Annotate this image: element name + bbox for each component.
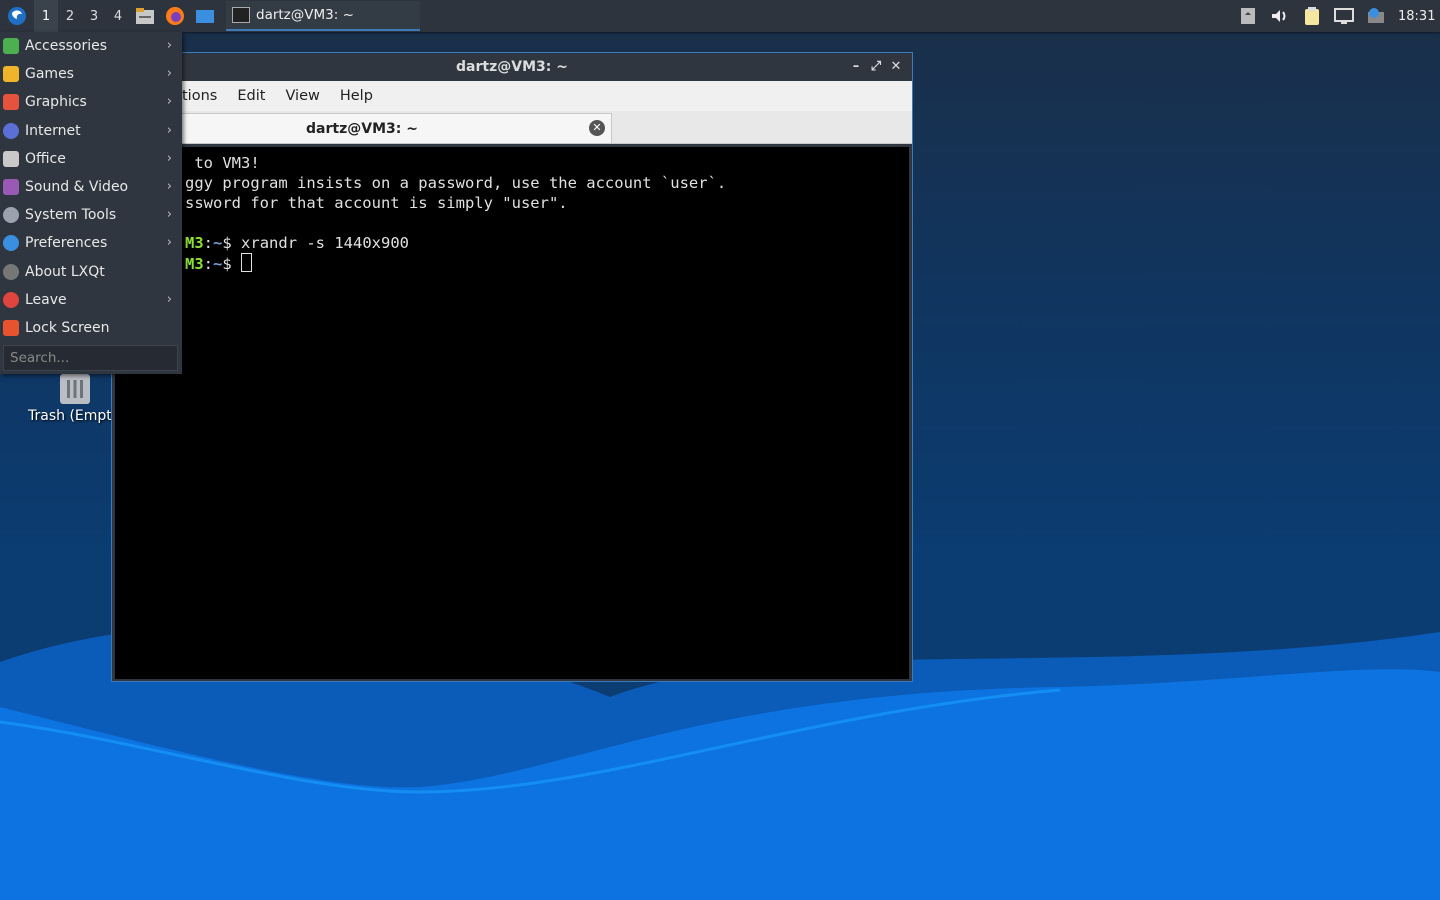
- taskbar-task-terminal[interactable]: dartz@VM3: ~: [226, 1, 420, 31]
- accessories-icon: [3, 38, 19, 55]
- menu-item-label: Leave: [25, 291, 67, 308]
- close-button[interactable]: ✕: [886, 58, 906, 76]
- menu-item-label: About LXQt: [25, 263, 105, 280]
- workspace-3[interactable]: 3: [82, 0, 106, 32]
- prompt-host: M3: [185, 255, 204, 273]
- menu-item-label: Accessories: [25, 38, 108, 55]
- workspace-2[interactable]: 2: [58, 0, 82, 32]
- menu-search-input[interactable]: Search...: [3, 345, 178, 371]
- desktop-icon[interactable]: [193, 4, 217, 28]
- terminal-line: M3:~$: [115, 253, 909, 274]
- file-manager-icon[interactable]: [133, 4, 157, 28]
- chevron-right-icon: ›: [166, 291, 172, 307]
- menu-item-label: Office: [25, 150, 66, 167]
- chevron-right-icon: ›: [166, 66, 172, 82]
- taskbar: 1 2 3 4 dartz@VM3: ~ 18:31: [0, 0, 1440, 32]
- menu-edit[interactable]: Edit: [237, 88, 265, 104]
- menu-help[interactable]: Help: [340, 88, 373, 104]
- lxqt-logo-icon: [8, 7, 26, 25]
- menu-item-lock-screen[interactable]: Lock Screen: [0, 314, 182, 342]
- trash-icon: [60, 374, 90, 404]
- terminal-icon: [232, 7, 250, 23]
- menu-item-leave[interactable]: Leave ›: [0, 286, 182, 314]
- info-icon: [3, 263, 19, 280]
- workspace-1[interactable]: 1: [34, 0, 58, 32]
- menu-item-system-tools[interactable]: System Tools ›: [0, 201, 182, 229]
- chevron-right-icon: ›: [166, 150, 172, 166]
- prompt-path: ~: [213, 234, 223, 252]
- office-icon: [3, 150, 19, 167]
- prompt-path: ~: [213, 255, 223, 273]
- lock-icon: [3, 319, 19, 336]
- task-title: dartz@VM3: ~: [256, 7, 354, 23]
- system-tools-icon: [3, 207, 19, 224]
- maximize-button[interactable]: ⤢: [866, 58, 886, 76]
- menu-item-label: System Tools: [25, 207, 117, 224]
- tab-close-icon[interactable]: ✕: [589, 120, 605, 136]
- preferences-icon: [3, 235, 19, 252]
- tab-bar: dartz@VM3: ~ ✕: [112, 111, 912, 144]
- menu-item-label: Lock Screen: [25, 319, 110, 336]
- power-icon: [3, 291, 19, 308]
- menu-item-about-lxqt[interactable]: About LXQt: [0, 258, 182, 286]
- menu-item-games[interactable]: Games ›: [0, 60, 182, 88]
- window-menubar: tions Edit View Help: [112, 81, 912, 111]
- chevron-right-icon: ›: [166, 235, 172, 251]
- menu-item-graphics[interactable]: Graphics ›: [0, 88, 182, 116]
- window-titlebar[interactable]: dartz@VM3: ~ – ⤢ ✕: [112, 53, 912, 81]
- terminal-window: dartz@VM3: ~ – ⤢ ✕ tions Edit View Help …: [111, 52, 913, 682]
- menu-item-office[interactable]: Office ›: [0, 145, 182, 173]
- workspace-4[interactable]: 4: [106, 0, 130, 32]
- minimize-button[interactable]: –: [846, 58, 866, 76]
- clock[interactable]: 18:31: [1398, 9, 1436, 24]
- prompt-host: M3: [185, 234, 204, 252]
- terminal-command: xrandr -s 1440x900: [241, 234, 410, 252]
- firefox-icon[interactable]: [163, 4, 187, 28]
- system-tray: 18:31: [1232, 0, 1440, 32]
- chevron-right-icon: ›: [166, 38, 172, 53]
- menu-view[interactable]: View: [285, 88, 319, 104]
- volume-icon[interactable]: [1269, 5, 1291, 27]
- terminal-cursor: [241, 253, 253, 272]
- graphics-icon: [3, 94, 19, 111]
- terminal-line: to VM3!: [185, 154, 260, 172]
- menu-item-internet[interactable]: Internet ›: [0, 117, 182, 145]
- menu-actions[interactable]: tions: [182, 88, 217, 104]
- menu-item-label: Preferences: [25, 235, 108, 252]
- chevron-right-icon: ›: [166, 122, 172, 138]
- terminal-line: ggy program insists on a password, use t…: [185, 174, 727, 192]
- application-menu: Accessories › Games › Graphics › Internet › Offi…: [0, 32, 182, 374]
- chevron-right-icon: ›: [166, 178, 172, 194]
- menu-item-preferences[interactable]: Preferences ›: [0, 229, 182, 257]
- menu-item-label: Internet: [25, 122, 81, 139]
- main-menu-button[interactable]: [4, 3, 30, 29]
- terminal-output[interactable]: to VM3! ggy program insists on a password…: [115, 147, 909, 679]
- tab-title: dartz@VM3: ~: [306, 120, 418, 137]
- games-icon: [3, 66, 19, 83]
- chevron-right-icon: ›: [166, 94, 172, 110]
- chevron-right-icon: ›: [166, 207, 172, 223]
- terminal-line: ssword for that account is simply "user"…: [185, 194, 568, 212]
- sound-video-icon: [3, 179, 19, 196]
- internet-icon: [3, 122, 19, 139]
- menu-item-label: Sound & Video: [25, 179, 129, 196]
- menu-item-accessories[interactable]: Accessories ›: [0, 32, 182, 60]
- menu-item-label: Graphics: [25, 94, 87, 111]
- menu-item-sound-video[interactable]: Sound & Video ›: [0, 173, 182, 201]
- window-title: dartz@VM3: ~: [456, 59, 568, 75]
- network-icon[interactable]: [1333, 5, 1355, 27]
- tab-terminal[interactable]: dartz@VM3: ~ ✕: [112, 113, 612, 143]
- clipboard-icon[interactable]: [1301, 5, 1323, 27]
- update-notifier-icon[interactable]: [1365, 5, 1387, 27]
- keyboard-layout-icon[interactable]: [1237, 5, 1259, 27]
- terminal-line: M3:~$ xrandr -s 1440x900: [185, 234, 410, 252]
- menu-item-label: Games: [25, 66, 74, 83]
